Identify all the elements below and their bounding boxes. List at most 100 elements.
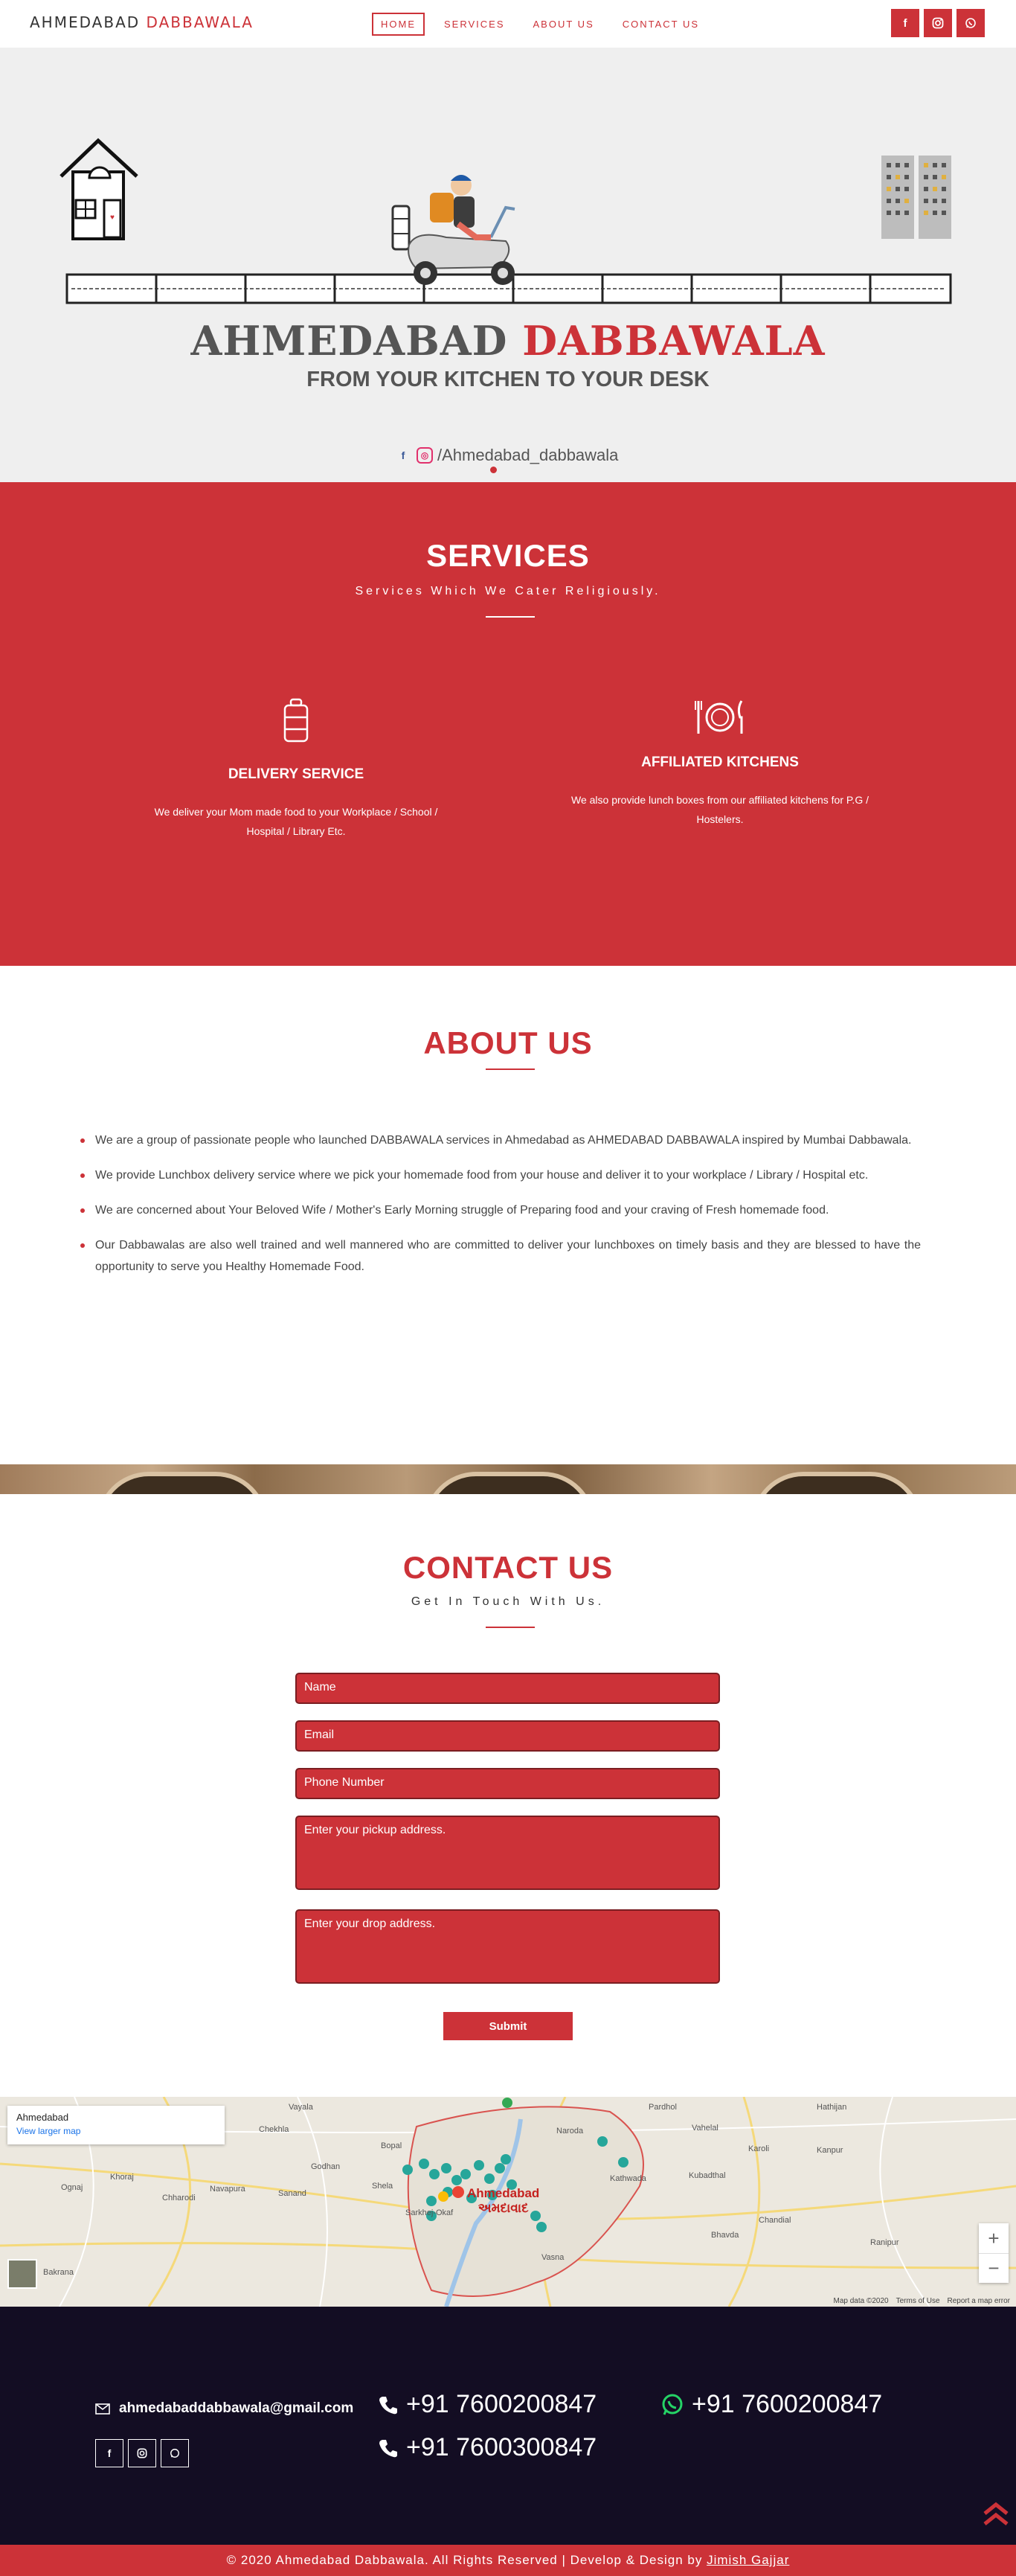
instagram-icon: ◎ <box>417 447 433 464</box>
hero-social-handle[interactable]: f ◎ /Ahmedabad_dabbawala <box>394 446 619 465</box>
main-nav: HOME SERVICES ABOUT US CONTACT US <box>372 13 708 36</box>
map-place-label: Bakrana <box>43 2268 74 2277</box>
copyright-text: © 2020 Ahmedabad Dabbawala. All Rights R… <box>226 2553 703 2567</box>
brand-logo[interactable]: AHMEDABAD DABBAWALA <box>30 13 254 31</box>
map-city-label: Ahmedabad અમદાવાદ <box>467 2186 539 2216</box>
footer: ahmedabaddabbawala@gmail.com f +91 76002… <box>0 2307 1016 2545</box>
pickup-address-field[interactable]: Enter your pickup address. <box>295 1816 720 1890</box>
service-text: We deliver your Mom made food to your Wo… <box>154 806 438 837</box>
phone-field[interactable]: Phone Number <box>295 1768 720 1799</box>
hero-title: AHMEDABAD DABBAWALA <box>0 317 1016 365</box>
map-data-text: Map data ©2020 <box>833 2297 889 2305</box>
whatsapp-icon[interactable] <box>956 9 985 37</box>
nav-services[interactable]: SERVICES <box>435 13 514 36</box>
map-place-label: Kanpur <box>817 2146 843 2155</box>
list-item: We are a group of passionate people who … <box>80 1130 921 1151</box>
map-place-label: Hathijan <box>817 2103 847 2112</box>
nav-contact-us[interactable]: CONTACT US <box>614 13 708 36</box>
contact-divider <box>486 1627 535 1628</box>
list-item: We provide Lunchbox delivery service whe… <box>80 1164 921 1186</box>
footer-whatsapp-text: +91 7600200847 <box>692 2390 883 2418</box>
map-place-card: Ahmedabad View larger map <box>7 2106 225 2144</box>
map-place-name: Ahmedabad <box>16 2112 69 2123</box>
map-place-label: Vayala <box>289 2103 313 2112</box>
mail-icon <box>95 2403 110 2415</box>
embedded-map[interactable]: Vayala Chekhla Sanand Bopal Godhan Shela… <box>0 2097 1016 2307</box>
footer-phone-2-text: +91 7600300847 <box>406 2433 597 2461</box>
satellite-toggle[interactable] <box>7 2259 37 2289</box>
services-section: SERVICES Services Which We Cater Religio… <box>0 482 1016 966</box>
services-subtitle: Services Which We Cater Religiously. <box>355 585 661 597</box>
map-place-label: Kathwada <box>610 2174 646 2183</box>
map-attribution: Map data ©2020 Terms of Use Report a map… <box>834 2297 1010 2305</box>
dabbawala-illustration: ♥ <box>60 138 952 304</box>
zoom-in-icon[interactable]: + <box>979 2223 1009 2253</box>
social-handle-text: /Ahmedabad_dabbawala <box>437 446 619 464</box>
map-place-label: Bopal <box>381 2141 402 2150</box>
hero-title-part2: DABBAWALA <box>522 317 826 365</box>
map-place-label: Navapura <box>210 2185 245 2194</box>
phone-icon <box>379 2396 397 2414</box>
map-place-label: Sanand <box>278 2189 306 2198</box>
map-place-label: Godhan <box>311 2162 341 2171</box>
submit-button[interactable]: Submit <box>443 2012 573 2040</box>
map-city-name-local: અમદાવાદ <box>478 2201 529 2215</box>
contact-title: CONTACT US <box>402 1550 614 1585</box>
contact-subtitle: Get In Touch With Us. <box>411 1595 605 1608</box>
contact-section: CONTACT US Get In Touch With Us. Name Em… <box>0 1494 1016 2097</box>
service-affiliated-kitchens: AFFILIATED KITCHENS We also provide lunc… <box>549 698 891 829</box>
map-place-label: Sarkhej-Okaf <box>405 2208 454 2217</box>
map-place-label: Karoli <box>748 2144 770 2153</box>
instagram-icon[interactable] <box>128 2439 156 2467</box>
whatsapp-icon <box>662 2394 683 2415</box>
map-zoom-controls: + − <box>979 2223 1009 2283</box>
view-larger-map-link[interactable]: View larger map <box>16 2126 216 2136</box>
brand-part1: AHMEDABAD <box>30 13 141 31</box>
footer-email[interactable]: ahmedabaddabbawala@gmail.com <box>95 2400 353 2417</box>
footer-phone-2[interactable]: +91 7600300847 <box>378 2433 597 2462</box>
office-buildings-icon <box>881 156 951 239</box>
facebook-icon: f <box>401 449 405 461</box>
drop-address-field[interactable]: Enter your drop address. <box>295 1909 720 1984</box>
map-place-label: Chandial <box>759 2216 791 2225</box>
about-divider <box>486 1068 535 1070</box>
name-field[interactable]: Name <box>295 1673 720 1704</box>
map-place-label: Kubadthal <box>689 2171 726 2180</box>
scroll-to-top-icon[interactable] <box>982 2502 1010 2527</box>
email-field[interactable]: Email <box>295 1720 720 1752</box>
facebook-icon[interactable]: f <box>95 2439 123 2467</box>
house-icon: ♥ <box>60 138 138 240</box>
instagram-icon[interactable] <box>924 9 952 37</box>
map-place-label: Pardhol <box>649 2103 677 2112</box>
map-place-label: Ranipur <box>870 2238 899 2247</box>
service-delivery: DELIVERY SERVICE We deliver your Mom mad… <box>125 698 467 841</box>
map-place-label: Chharodi <box>162 2194 196 2202</box>
navbar: AHMEDABAD DABBAWALA HOME SERVICES ABOUT … <box>0 0 1016 48</box>
carousel-indicator[interactable] <box>490 467 497 473</box>
plate-fork-knife-icon <box>695 700 743 734</box>
service-text: We also provide lunch boxes from our aff… <box>571 794 869 825</box>
map-place-label: Chekhla <box>259 2125 289 2134</box>
header-social-links: f <box>891 9 985 37</box>
footer-whatsapp[interactable]: +91 7600200847 <box>660 2390 882 2419</box>
nav-about-us[interactable]: ABOUT US <box>524 13 603 36</box>
zoom-out-icon[interactable]: − <box>979 2253 1009 2283</box>
facebook-icon[interactable]: f <box>891 9 919 37</box>
report-error-link[interactable]: Report a map error <box>948 2297 1010 2305</box>
list-item: Our Dabbawalas are also well trained and… <box>80 1234 921 1278</box>
list-item: We are concerned about Your Beloved Wife… <box>80 1199 921 1221</box>
map-place-label: Khoraj <box>110 2173 134 2182</box>
copyright-bar: © 2020 Ahmedabad Dabbawala. All Rights R… <box>0 2545 1016 2576</box>
tiffin-box-icon <box>283 698 309 743</box>
map-place-label: Vasna <box>541 2253 565 2262</box>
terms-link[interactable]: Terms of Use <box>896 2297 940 2305</box>
services-title: SERVICES <box>426 538 590 573</box>
footer-phone-1-text: +91 7600200847 <box>406 2390 597 2418</box>
hero-title-part1: AHMEDABAD <box>190 317 508 365</box>
map-place-label: Naroda <box>556 2127 584 2136</box>
whatsapp-icon[interactable] <box>161 2439 189 2467</box>
hero-subtitle: FROM YOUR KITCHEN TO YOUR DESK <box>306 368 710 391</box>
footer-phone-1[interactable]: +91 7600200847 <box>378 2390 597 2419</box>
nav-home[interactable]: HOME <box>372 13 425 36</box>
author-link[interactable]: Jimish Gajjar <box>707 2553 789 2567</box>
